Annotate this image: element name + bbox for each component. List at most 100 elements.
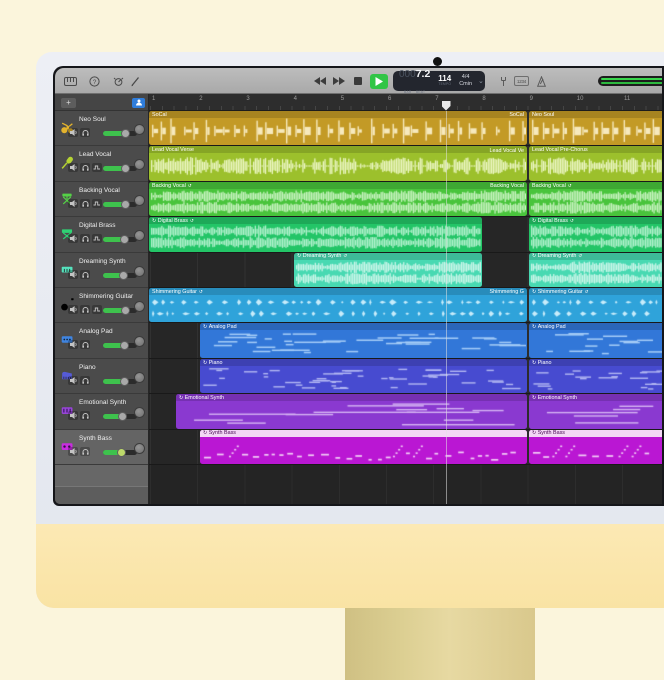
region-shimmering-guitar-0[interactable]: Shimmering Guitar↺Shimmering G	[149, 288, 527, 322]
track-lane-piano[interactable]: ↻Piano↻Piano	[149, 359, 662, 394]
track-lane-analog-pad[interactable]: ↻Analog Pad↻Analog Pad	[149, 323, 662, 358]
volume-knob[interactable]	[121, 129, 130, 138]
stop-button[interactable]	[351, 74, 365, 88]
region-piano-1[interactable]: ↻Piano	[529, 359, 662, 393]
region-backing-vocal-0[interactable]: Backing Vocal↺Backing Vocal	[149, 182, 527, 216]
volume-knob[interactable]	[118, 412, 127, 421]
region-digital-brass-1[interactable]: ↻Digital Brass↺	[529, 217, 662, 251]
track-lane-dreaming-synth[interactable]: ↻Dreaming Synth↺ ↻Dreaming Synth↺	[149, 253, 662, 288]
pan-knob[interactable]	[134, 336, 145, 347]
track-header-analog-pad[interactable]: Analog Pad	[55, 323, 148, 358]
region-emotional-synth-1[interactable]: ↻Emotional Synth	[529, 394, 662, 428]
solo-button[interactable]	[80, 163, 90, 172]
solo-button[interactable]	[80, 128, 90, 137]
track-header-lead-vocal[interactable]: Lead Vocal	[55, 146, 148, 181]
timeline-ruler[interactable]: 1234567891011	[149, 94, 662, 111]
track-header-neo-soul[interactable]: Neo Soul	[55, 111, 148, 146]
volume-slider[interactable]	[103, 379, 137, 384]
region-lead-vocal-pre-chorus-1[interactable]: Lead Vocal Pre-Chorus	[529, 146, 662, 180]
region-analog-pad-1[interactable]: ↻Analog Pad	[529, 323, 662, 357]
mute-button[interactable]	[68, 340, 78, 349]
volume-knob[interactable]	[120, 235, 129, 244]
volume-slider[interactable]	[103, 237, 137, 242]
region-lead-vocal-verse-0[interactable]: Lead Vocal VerseLead Vocal Ve	[149, 146, 527, 180]
mute-button[interactable]	[68, 411, 78, 420]
track-header-dreaming-synth[interactable]: Dreaming Synth	[55, 253, 148, 288]
track-header-shimmering-guitar[interactable]: Shimmering Guitar	[55, 288, 148, 323]
volume-slider[interactable]	[103, 166, 137, 171]
volume-knob[interactable]	[121, 164, 130, 173]
region-emotional-synth-0[interactable]: ↻Emotional Synth	[176, 394, 527, 428]
pan-knob[interactable]	[134, 230, 145, 241]
mute-button[interactable]	[68, 199, 78, 208]
editors-icon[interactable]	[127, 74, 143, 88]
mute-button[interactable]	[68, 376, 78, 385]
forward-button[interactable]	[332, 74, 346, 88]
volume-knob[interactable]	[117, 448, 126, 457]
track-lane-backing-vocal[interactable]: Backing Vocal↺Backing VocalBacking Vocal…	[149, 182, 662, 217]
input-monitor-button[interactable]	[92, 234, 102, 243]
solo-button[interactable]	[80, 340, 90, 349]
pan-knob[interactable]	[134, 124, 145, 135]
region-synth-bass-0[interactable]: ↻Synth Bass	[200, 430, 527, 464]
rewind-button[interactable]	[313, 74, 327, 88]
add-track-button[interactable]: +	[61, 98, 76, 108]
volume-slider[interactable]	[103, 308, 137, 313]
volume-knob[interactable]	[121, 200, 130, 209]
pan-knob[interactable]	[134, 407, 145, 418]
track-lane-neo-soul[interactable]: SoCalSoCalNeo Soul	[149, 111, 662, 146]
track-header-synth-bass[interactable]: Synth Bass	[55, 430, 148, 465]
region-neo-soul-1[interactable]: Neo Soul	[529, 111, 662, 145]
input-monitor-button[interactable]	[92, 199, 102, 208]
input-monitor-button[interactable]	[92, 305, 102, 314]
pan-knob[interactable]	[134, 301, 145, 312]
region-dreaming-synth-0[interactable]: ↻Dreaming Synth↺	[294, 253, 482, 287]
pan-knob[interactable]	[134, 159, 145, 170]
play-button[interactable]	[370, 74, 388, 89]
pan-knob[interactable]	[134, 195, 145, 206]
solo-button[interactable]	[80, 270, 90, 279]
volume-slider[interactable]	[103, 202, 137, 207]
volume-knob[interactable]	[119, 271, 128, 280]
track-header-emotional-synth[interactable]: Emotional Synth	[55, 394, 148, 429]
region-dreaming-synth-1[interactable]: ↻Dreaming Synth↺	[529, 253, 662, 287]
region-socal-0[interactable]: SoCalSoCal	[149, 111, 527, 145]
metronome-icon[interactable]	[533, 74, 549, 88]
track-lane-emotional-synth[interactable]: ↻Emotional Synth↻Emotional Synth	[149, 394, 662, 429]
volume-slider[interactable]	[103, 450, 137, 455]
region-shimmering-guitar-1[interactable]: ↻Shimmering Guitar↺	[529, 288, 662, 322]
mute-button[interactable]	[68, 270, 78, 279]
mute-button[interactable]	[68, 234, 78, 243]
region-synth-bass-1[interactable]: ↻Synth Bass	[529, 430, 662, 464]
input-monitor-button[interactable]	[92, 163, 102, 172]
tuner-icon[interactable]	[495, 74, 511, 88]
track-header-backing-vocal[interactable]: Backing Vocal	[55, 182, 148, 217]
region-analog-pad-0[interactable]: ↻Analog Pad	[200, 323, 527, 357]
lcd-display[interactable]: 0007.2 BAR BEAT 114 TEMPO 4/4 Cmin ⌄	[393, 71, 485, 91]
volume-knob[interactable]	[120, 341, 129, 350]
mute-button[interactable]	[68, 128, 78, 137]
chevron-down-icon[interactable]: ⌄	[478, 77, 484, 85]
solo-button[interactable]	[80, 234, 90, 243]
solo-button[interactable]	[80, 376, 90, 385]
count-in-button[interactable]: 1234	[514, 76, 529, 86]
volume-slider[interactable]	[103, 343, 137, 348]
track-header-digital-brass[interactable]: Digital Brass	[55, 217, 148, 252]
keyboard-icon[interactable]	[62, 74, 78, 88]
solo-button[interactable]	[80, 199, 90, 208]
pan-knob[interactable]	[134, 443, 145, 454]
smart-controls-icon[interactable]	[110, 74, 126, 88]
region-piano-0[interactable]: ↻Piano	[200, 359, 527, 393]
volume-slider[interactable]	[103, 131, 137, 136]
mute-button[interactable]	[68, 305, 78, 314]
track-lane-synth-bass[interactable]: ↻Synth Bass↻Synth Bass	[149, 430, 662, 465]
volume-knob[interactable]	[121, 306, 130, 315]
track-lane-shimmering-guitar[interactable]: Shimmering Guitar↺Shimmering G↻Shimmerin…	[149, 288, 662, 323]
track-header-piano[interactable]: Piano	[55, 359, 148, 394]
volume-knob[interactable]	[120, 377, 129, 386]
volume-slider[interactable]	[103, 414, 137, 419]
region-backing-vocal-1[interactable]: Backing Vocal↺	[529, 182, 662, 216]
track-controls-toggle-button[interactable]	[132, 98, 145, 108]
mute-button[interactable]	[68, 163, 78, 172]
pan-knob[interactable]	[134, 266, 145, 277]
